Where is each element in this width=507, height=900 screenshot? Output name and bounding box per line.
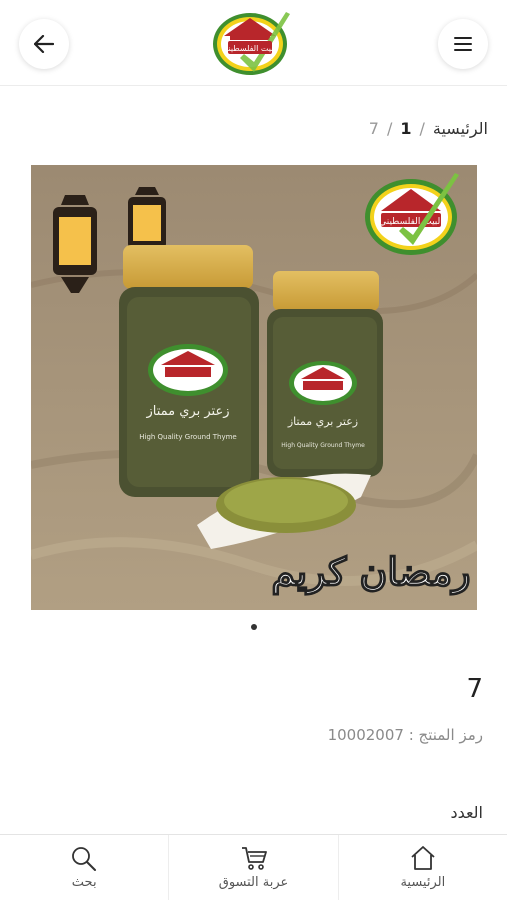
nav-item-search[interactable]: بحث <box>0 835 168 900</box>
svg-text:البيت الفلسطيني: البيت الفلسطيني <box>222 44 278 53</box>
product-photo: زعتر بري ممتاز High Quality Ground Thyme… <box>31 165 477 610</box>
quantity-label: العدد <box>450 803 483 822</box>
breadcrumb-separator: / <box>419 118 425 138</box>
sku-value: 10002007 <box>327 726 404 744</box>
search-icon <box>72 847 97 871</box>
bottom-nav: الرئيسية عربة التسوق بحث <box>0 834 507 900</box>
product-title: 7 <box>466 674 483 704</box>
breadcrumb-separator: / <box>386 118 393 138</box>
breadcrumb-current: 7 <box>368 118 379 138</box>
product-image[interactable]: زعتر بري ممتاز High Quality Ground Thyme… <box>31 165 477 610</box>
svg-text:High Quality Ground Thyme: High Quality Ground Thyme <box>139 433 237 441</box>
sku-label: رمز المنتج : <box>408 726 483 744</box>
menu-button[interactable] <box>438 19 488 69</box>
jar-small: زعتر بري ممتاز High Quality Ground Thyme <box>267 271 383 477</box>
product-sku: رمز المنتج : 10002007 <box>328 726 483 744</box>
back-button[interactable] <box>19 19 69 69</box>
jar-large: زعتر بري ممتاز High Quality Ground Thyme <box>119 245 259 497</box>
svg-text:زعتر بري ممتاز: زعتر بري ممتاز <box>145 404 229 419</box>
nav-label-cart: عربة التسوق <box>218 875 289 890</box>
home-icon <box>411 846 435 870</box>
cart-icon <box>241 847 267 870</box>
nav-label-search: بحث <box>71 875 97 890</box>
svg-text:البيت الفلسطيني: البيت الفلسطيني <box>379 217 443 227</box>
nav-label-home: الرئيسية <box>400 875 446 890</box>
hamburger-menu-icon <box>454 37 472 51</box>
arrow-left-icon <box>34 35 54 53</box>
svg-text:زعتر بري ممتاز: زعتر بري ممتاز <box>287 415 358 428</box>
greeting-text: رمضان كريم <box>271 549 470 595</box>
breadcrumb-category[interactable]: 1 <box>400 119 411 138</box>
nav-item-home[interactable]: الرئيسية <box>337 835 507 900</box>
breadcrumb-home[interactable]: الرئيسية <box>433 119 488 138</box>
app-header: البيت الفلسطيني <box>0 0 507 86</box>
brand-logo[interactable]: البيت الفلسطيني <box>210 6 296 80</box>
svg-text:High Quality Ground Thyme: High Quality Ground Thyme <box>281 442 365 449</box>
breadcrumb: الرئيسية / 1 / 7 <box>369 116 488 140</box>
carousel-dot[interactable] <box>251 624 257 630</box>
nav-item-cart[interactable]: عربة التسوق <box>168 835 337 900</box>
